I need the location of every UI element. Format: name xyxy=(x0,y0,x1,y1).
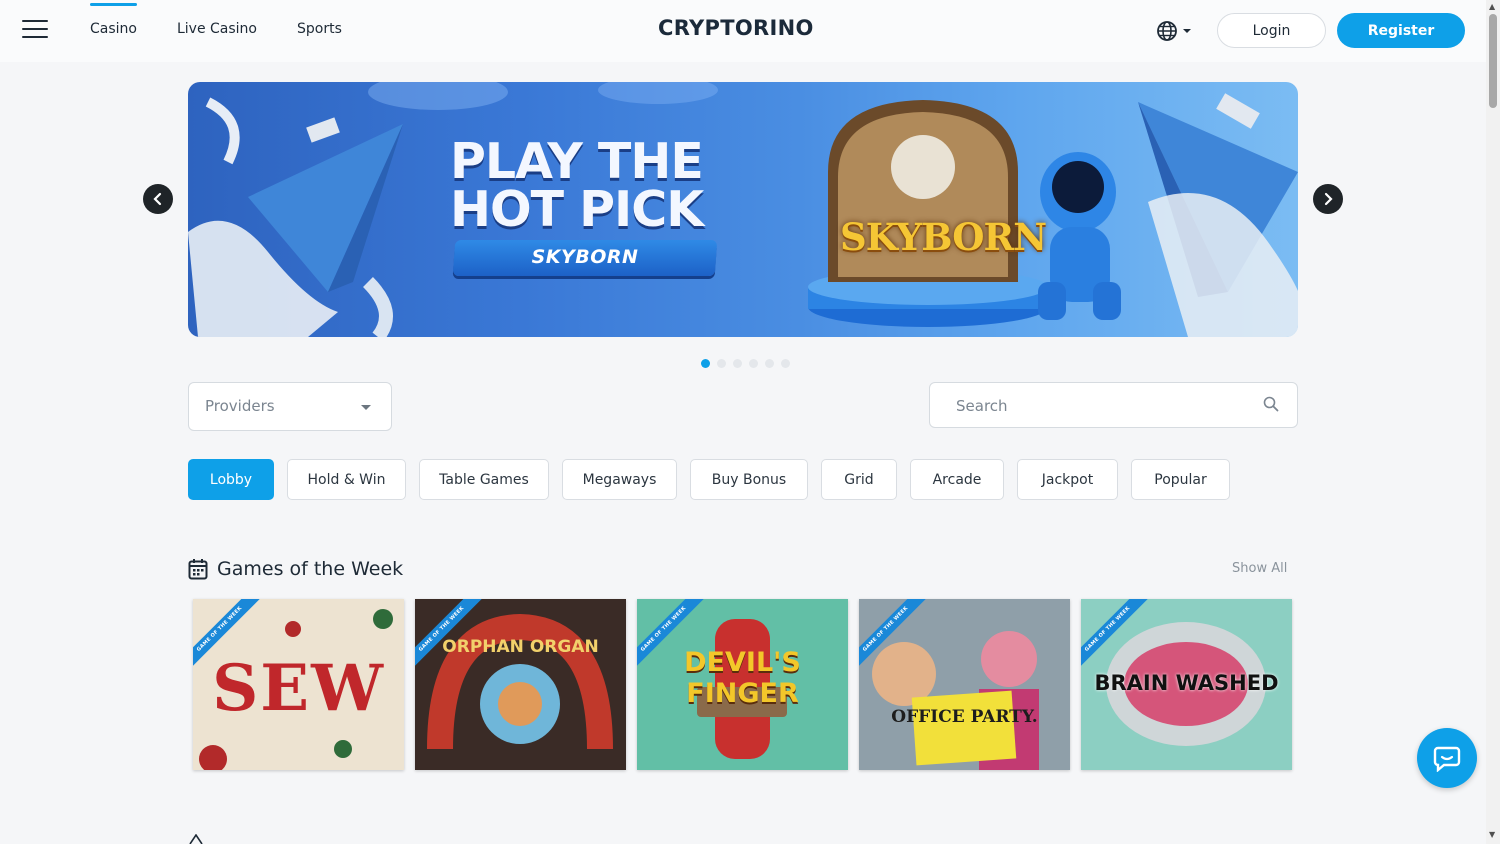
banner-title-line1: PLAY THE xyxy=(450,133,704,190)
search-icon[interactable] xyxy=(1263,396,1279,412)
top-header: Casino Live Casino Sports CRYPTORINO Log… xyxy=(0,0,1486,62)
tab-megaways[interactable]: Megaways xyxy=(562,459,677,500)
banner-subtitle: SKYBORN xyxy=(531,246,639,268)
tab-hold-and-win[interactable]: Hold & Win xyxy=(287,459,406,500)
game-title: ORPHAN ORGAN xyxy=(442,637,599,657)
chat-bubble-icon xyxy=(1433,746,1461,772)
banner-title-line2: HOT PICK xyxy=(450,181,704,238)
scroll-up-arrow-icon[interactable]: ▲ xyxy=(1489,2,1495,11)
chevron-right-icon xyxy=(1324,192,1333,206)
nav-casino[interactable]: Casino xyxy=(90,0,137,62)
carousel-dot[interactable] xyxy=(781,359,790,368)
scroll-thumb[interactable] xyxy=(1489,14,1497,108)
search-input[interactable] xyxy=(954,393,1248,419)
game-title: SEW xyxy=(212,651,385,726)
language-selector[interactable] xyxy=(1156,19,1196,43)
banner-title: PLAY THE HOT PICK xyxy=(450,133,730,238)
game-card[interactable]: GAME OF THE WEEK ORPHAN ORGAN xyxy=(415,599,626,770)
main-nav: Casino Live Casino Sports xyxy=(90,0,342,62)
search-box[interactable] xyxy=(929,382,1298,428)
tab-arcade[interactable]: Arcade xyxy=(910,459,1004,500)
category-tabs: Lobby Hold & Win Table Games Megaways Bu… xyxy=(188,459,1230,500)
calendar-icon xyxy=(188,559,208,580)
game-title: DEVIL'S FINGER xyxy=(684,647,801,709)
tab-popular[interactable]: Popular xyxy=(1131,459,1230,500)
chevron-down-icon xyxy=(1183,29,1191,33)
carousel-next-button[interactable] xyxy=(1313,184,1343,214)
carousel-dot[interactable] xyxy=(701,359,710,368)
game-logo-text: SKYBORN xyxy=(840,215,1047,259)
providers-label: Providers xyxy=(205,397,275,415)
providers-dropdown[interactable]: Providers xyxy=(188,382,392,431)
nav-live-casino[interactable]: Live Casino xyxy=(177,0,257,62)
carousel-dot[interactable] xyxy=(765,359,774,368)
carousel-prev-button[interactable] xyxy=(143,184,173,214)
game-title: OFFICE PARTY. xyxy=(891,707,1038,727)
game-title: BRAIN WASHED xyxy=(1094,671,1279,695)
nav-sports[interactable]: Sports xyxy=(297,0,342,62)
tab-buy-bonus[interactable]: Buy Bonus xyxy=(690,459,808,500)
tab-jackpot[interactable]: Jackpot xyxy=(1017,459,1118,500)
page-scrollbar[interactable]: ▲ ▼ xyxy=(1486,0,1500,844)
show-all-link[interactable]: Show All xyxy=(1232,561,1287,576)
carousel-dot[interactable] xyxy=(717,359,726,368)
carousel-dot[interactable] xyxy=(749,359,758,368)
scroll-down-arrow-icon[interactable]: ▼ xyxy=(1489,830,1495,839)
tab-lobby[interactable]: Lobby xyxy=(188,459,274,500)
game-card[interactable]: GAME OF THE WEEK OFFICE PARTY. xyxy=(859,599,1070,770)
hamburger-menu-icon[interactable] xyxy=(22,20,48,40)
banner-artwork xyxy=(188,82,1298,337)
next-section-icon xyxy=(189,834,203,844)
site-logo[interactable]: CRYPTORINO xyxy=(658,16,814,40)
section-title: Games of the Week xyxy=(217,558,404,580)
live-chat-button[interactable] xyxy=(1417,728,1477,788)
promo-banner[interactable]: PLAY THE HOT PICK SKYBORN SKYBORN xyxy=(188,82,1298,337)
game-card[interactable]: GAME OF THE WEEK DEVIL'S FINGER xyxy=(637,599,848,770)
game-card[interactable]: GAME OF THE WEEK BRAIN WASHED xyxy=(1081,599,1292,770)
globe-icon xyxy=(1157,21,1177,41)
carousel-dots xyxy=(701,359,790,368)
caret-down-icon xyxy=(361,405,371,410)
carousel-dot[interactable] xyxy=(733,359,742,368)
chevron-left-icon xyxy=(153,192,162,206)
login-button[interactable]: Login xyxy=(1217,13,1326,48)
tab-grid[interactable]: Grid xyxy=(821,459,897,500)
game-card[interactable]: GAME OF THE WEEK SEW xyxy=(193,599,404,770)
tab-table-games[interactable]: Table Games xyxy=(419,459,549,500)
register-button[interactable]: Register xyxy=(1337,13,1465,48)
